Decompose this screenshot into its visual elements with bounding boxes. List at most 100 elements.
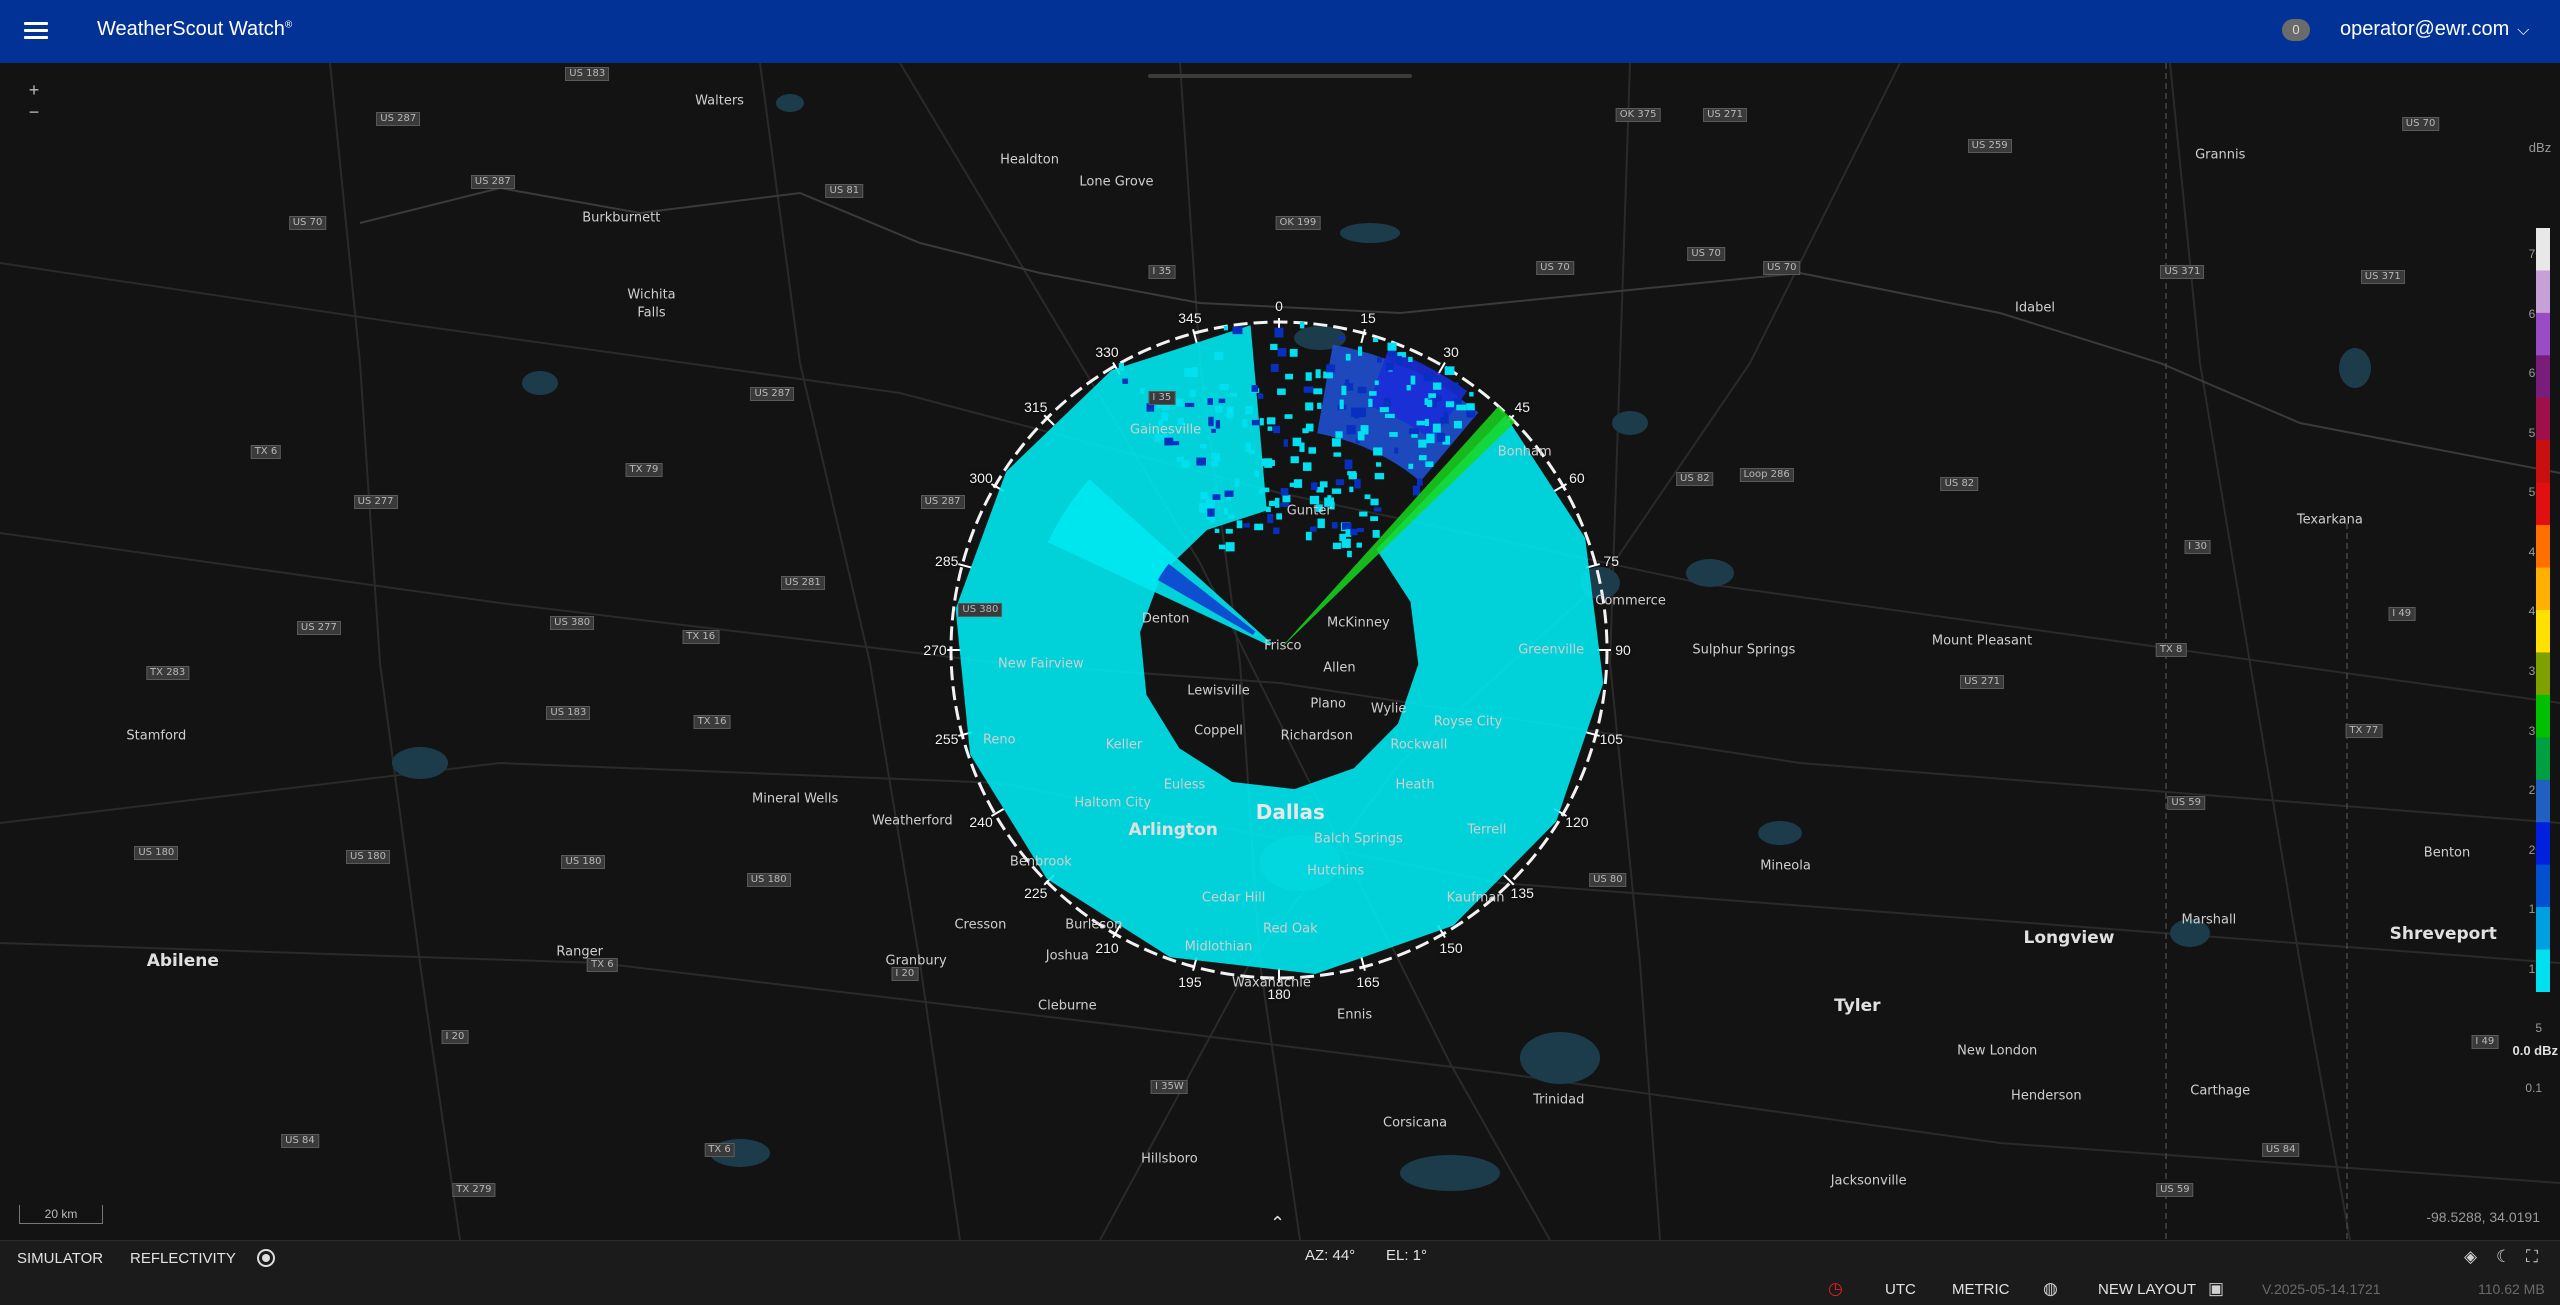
highway-shield: US 84 <box>2261 1142 2300 1157</box>
radar-echo-cell <box>1285 373 1294 380</box>
radar-echo-cell <box>1445 401 1455 408</box>
product-button[interactable]: REFLECTIVITY <box>130 1250 236 1267</box>
moon-icon[interactable]: ☾ <box>2496 1247 2511 1267</box>
highway-shield: US 380 <box>958 602 1003 617</box>
azimuth-label: 345 <box>1178 309 1202 326</box>
radar-echo-cell <box>1192 367 1199 378</box>
city-label: Mineral Wells <box>752 791 839 806</box>
user-email: operator@ewr.com <box>2340 18 2510 40</box>
radar-echo-cell <box>1305 423 1314 432</box>
radar-echo-cell <box>1270 343 1278 350</box>
radar-echo-cell <box>1326 364 1336 373</box>
radar-echo-cell <box>1385 413 1395 419</box>
clock-icon[interactable]: ◷ <box>1828 1279 1843 1299</box>
radar-echo-cell <box>1344 459 1353 470</box>
city-label: Carthage <box>2190 1083 2251 1099</box>
highway-shield: US 180 <box>346 850 390 864</box>
radar-echo-cell <box>1218 544 1226 550</box>
azimuth-label: 225 <box>1024 885 1048 902</box>
radar-echo-cell <box>1469 392 1474 397</box>
radar-echo-cell <box>1208 416 1214 427</box>
timezone-button[interactable]: UTC <box>1885 1281 1916 1298</box>
city-label: Dallas <box>1255 800 1325 824</box>
fullscreen-icon[interactable]: ⛶ <box>2526 1247 2538 1267</box>
radar-echo-cell <box>1409 428 1419 435</box>
radar-echo-cell <box>1341 385 1347 396</box>
radar-echo-cell <box>1315 369 1321 379</box>
legend-color-step <box>2536 567 2550 611</box>
azimuth-label: 75 <box>1603 552 1620 569</box>
radar-echo-cell <box>1242 419 1248 428</box>
chevron-up-icon[interactable]: ⌃ <box>1270 1213 1285 1234</box>
radar-echo-cell <box>1338 335 1345 341</box>
radar-echo-cell <box>1212 494 1221 500</box>
azimuth-label: 90 <box>1615 642 1631 658</box>
units-button[interactable]: METRIC <box>1952 1281 2010 1298</box>
radar-echo-cell <box>1211 460 1218 467</box>
highway-shield: TX 77 <box>2345 724 2383 738</box>
radar-echo-cell <box>1347 550 1352 558</box>
highway-shield: US 380 <box>550 616 595 630</box>
radar-echo-cell <box>1254 470 1259 477</box>
highway-shield: I 35 <box>1148 265 1176 279</box>
azimuth-label: 270 <box>923 642 947 658</box>
zoom-in-button[interactable]: + <box>24 80 44 100</box>
city-label: Healdton <box>1000 152 1059 167</box>
palette-icon[interactable]: ◍ <box>2043 1279 2058 1299</box>
highway-shield: US 277 <box>353 494 398 509</box>
radar-echo-cell <box>1225 542 1235 552</box>
radar-echo-cell <box>1219 383 1229 391</box>
radar-echo-cell <box>1323 371 1333 379</box>
highway-shield: I 49 <box>2388 607 2416 621</box>
new-layout-button[interactable]: NEW LAYOUT <box>2098 1281 2196 1298</box>
city-label: Burkburnett <box>582 210 661 226</box>
highway-shield: US 70 <box>288 215 327 230</box>
radar-echo-cell <box>1189 389 1196 397</box>
radar-echo-cell <box>1234 478 1240 488</box>
radar-echo-cell <box>1466 403 1475 411</box>
radar-echo-cell <box>1230 392 1237 397</box>
water-body <box>1340 223 1400 243</box>
zoom-out-button[interactable]: − <box>24 102 44 122</box>
save-icon[interactable]: ▣ <box>2208 1279 2224 1299</box>
notification-badge[interactable]: 0 <box>2282 19 2310 41</box>
radar-echo-cell <box>1345 353 1351 361</box>
radar-echo-cell <box>1245 406 1253 415</box>
record-icon[interactable] <box>257 1249 275 1267</box>
radar-map[interactable]: 0 15 30 45 60 75 90 105 120 135 150 165 180 195 210 225… <box>0 63 2560 1240</box>
highway-shield: I 35 <box>1148 391 1176 405</box>
radar-echo-cell <box>1277 348 1287 357</box>
water-body <box>1758 821 1802 845</box>
radar-echo-cell <box>1339 399 1344 410</box>
radar-echo-cell <box>1357 346 1363 356</box>
layers-icon[interactable]: ◈ <box>2464 1247 2477 1267</box>
drag-handle[interactable] <box>1148 74 1412 78</box>
radar-echo-cell <box>1335 479 1345 486</box>
radar-echo-cell <box>1396 355 1402 366</box>
radar-echo-cell <box>1406 385 1411 391</box>
city-label: Frisco <box>1264 638 1302 653</box>
highway-shield: US 180 <box>134 845 179 860</box>
user-menu[interactable]: operator@ewr.com ⌵ <box>2340 18 2529 41</box>
road-line <box>0 532 2560 824</box>
hamburger-menu-icon[interactable] <box>18 18 54 46</box>
radar-echo-cell <box>1265 506 1271 513</box>
radar-echo-cell <box>1289 348 1298 357</box>
radar-echo-cell <box>1282 495 1291 503</box>
city-label: Wylie <box>1370 701 1407 716</box>
radar-echo-cell <box>1196 457 1206 466</box>
highway-shield: US 183 <box>565 67 610 81</box>
radar-echo-cell <box>1331 488 1342 494</box>
highway-shield: TX 8 <box>2155 643 2187 657</box>
highway-shield: US 70 <box>1536 260 1574 275</box>
radar-echo-cell <box>1225 528 1233 534</box>
radar-echo-cell <box>1341 538 1351 548</box>
highway-shield: US 371 <box>2160 265 2205 279</box>
simulator-button[interactable]: SIMULATOR <box>17 1250 103 1267</box>
highway-shield: I 20 <box>891 967 919 981</box>
azimuth-label: 165 <box>1356 974 1380 991</box>
radar-echo-cell <box>1317 518 1325 529</box>
highway-shield: TX 6 <box>250 445 282 459</box>
city-label: Lewisville <box>1187 683 1250 698</box>
radar-echo-cell <box>1357 527 1364 532</box>
